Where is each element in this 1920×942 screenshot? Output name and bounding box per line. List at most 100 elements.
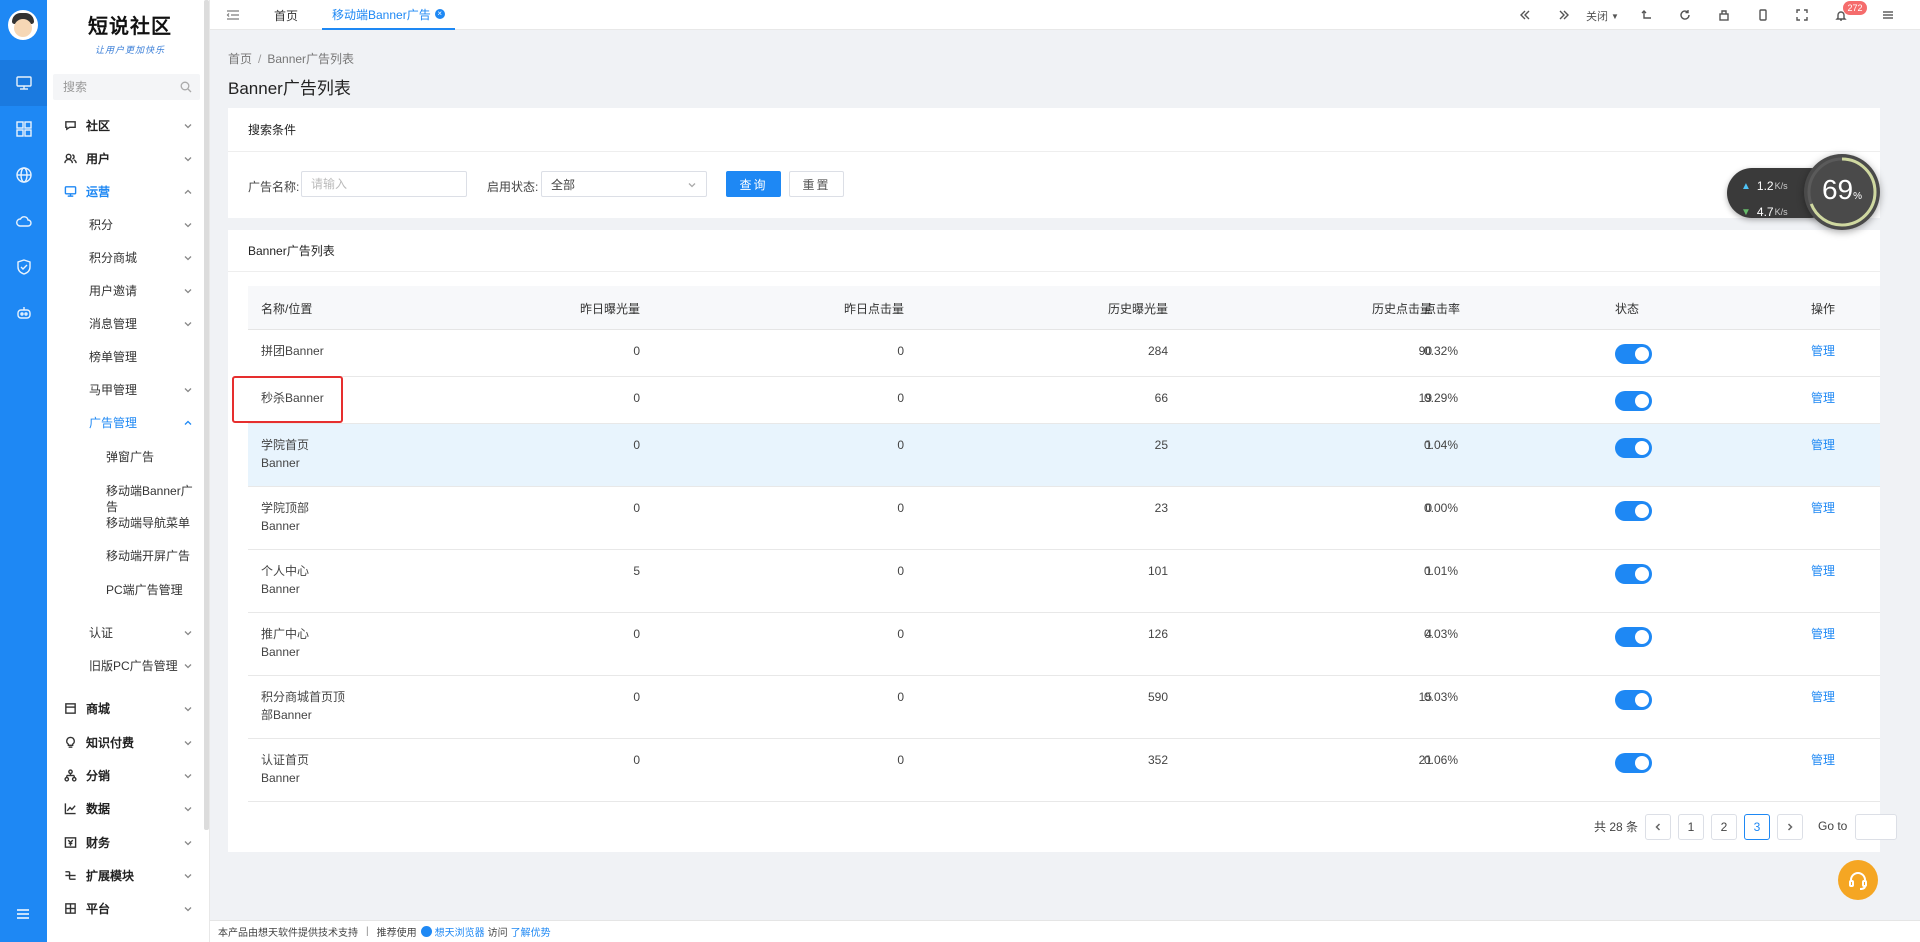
network-speed-widget[interactable]: ▲ 1.2 K/s ▼ 4.7 K/s 69% <box>1727 154 1880 230</box>
close-tabs-dropdown[interactable]: 关闭 ▼ <box>1586 8 1619 24</box>
refresh-icon[interactable] <box>1678 8 1692 22</box>
menu-shop[interactable]: 商城 <box>47 693 205 723</box>
submenu-points-mall[interactable]: 积分商城 <box>47 242 205 272</box>
table-body: 拼团Banner 0 0 284 90 0.32% 管理 秒杀Banner 0 0 66 19 0.29… <box>248 330 1880 802</box>
pagination-page-1[interactable]: 1 <box>1678 814 1704 840</box>
menu-operations[interactable]: 运营 <box>47 176 205 206</box>
undo-icon[interactable] <box>1640 8 1654 22</box>
submenu-ads[interactable]: 广告管理 <box>47 407 205 437</box>
status-toggle[interactable] <box>1615 391 1652 411</box>
col-history-exposure: 历史曝光量 <box>1107 301 1168 316</box>
more-menu-icon[interactable] <box>1881 8 1895 22</box>
manage-link[interactable]: 管理 <box>1811 751 1835 769</box>
toggle-knob <box>1635 347 1649 361</box>
clean-icon[interactable] <box>1717 8 1731 22</box>
status-toggle[interactable] <box>1615 627 1652 647</box>
pagination-next-button[interactable] <box>1777 814 1803 840</box>
tab-home[interactable]: 首页 <box>274 0 298 30</box>
rail-globe-icon[interactable] <box>0 152 47 198</box>
status-toggle[interactable] <box>1615 564 1652 584</box>
tab-close-icon[interactable]: × <box>434 9 445 19</box>
submenu-legacy-pc-ads[interactable]: 旧版PC广告管理 <box>47 650 205 680</box>
pagination-page-2[interactable]: 2 <box>1711 814 1737 840</box>
ad-popup[interactable]: 弹窗广告 <box>47 449 205 465</box>
chevron-down-icon <box>183 903 193 913</box>
menu-data[interactable]: 数据 <box>47 793 205 823</box>
status-toggle[interactable] <box>1615 690 1652 710</box>
footer-separator: | <box>366 926 369 937</box>
next-tab-icon[interactable] <box>1557 8 1571 22</box>
sidebar-search-input[interactable] <box>53 74 173 100</box>
footer-learn-link[interactable]: 了解优势 <box>511 924 551 939</box>
fold-sidebar-icon[interactable] <box>226 9 240 21</box>
leaf-label: 弹窗广告 <box>106 450 155 464</box>
ad-mobile-nav[interactable]: 移动端导航菜单 <box>47 515 205 531</box>
query-button[interactable]: 查询 <box>726 171 781 197</box>
sidebar: 短说社区 让用户更加快乐 社区 用户 运营 积分 积分商城 用户邀请 消息管理 … <box>47 0 210 942</box>
submenu-sockpuppets[interactable]: 马甲管理 <box>47 374 205 404</box>
menu-finance[interactable]: 财务 <box>47 827 205 857</box>
manage-link[interactable]: 管理 <box>1811 389 1835 407</box>
rail-robot-icon[interactable] <box>0 290 47 336</box>
submenu-messages[interactable]: 消息管理 <box>47 308 205 338</box>
pagination-total: 共 28 条 <box>1594 820 1639 834</box>
cell-name: 积分商城首页顶 部Banner <box>261 690 346 722</box>
submenu-points[interactable]: 积分 <box>47 209 205 239</box>
manage-link[interactable]: 管理 <box>1811 562 1835 580</box>
pagination-page-3[interactable]: 3 <box>1744 814 1770 840</box>
rail-monitor-icon[interactable] <box>0 60 47 106</box>
status-toggle[interactable] <box>1615 501 1652 521</box>
breadcrumb-current: Banner广告列表 <box>267 52 355 66</box>
tab-mobile-banner[interactable]: 移动端Banner广告 × <box>322 0 455 30</box>
customer-service-button[interactable] <box>1838 860 1878 900</box>
submenu-verification[interactable]: 认证 <box>47 617 205 647</box>
menu-extensions[interactable]: 扩展模块 <box>47 860 205 890</box>
status-toggle[interactable] <box>1615 344 1652 364</box>
ad-name-input[interactable] <box>301 171 467 197</box>
table-header: 名称/位置 昨日曝光量 昨日点击量 历史曝光量 历史点击量 点击率 状态 操作 <box>248 286 1880 330</box>
menu-platform[interactable]: 平台 <box>47 893 205 923</box>
menu-knowledge[interactable]: 知识付费 <box>47 727 205 757</box>
manage-link[interactable]: 管理 <box>1811 688 1835 706</box>
menu-distribution[interactable]: 分销 <box>47 760 205 790</box>
reset-button[interactable]: 重置 <box>789 171 844 197</box>
menu-users[interactable]: 用户 <box>47 143 205 173</box>
col-actions: 操作 <box>1811 301 1836 316</box>
ad-pc[interactable]: PC端广告管理 <box>47 582 205 598</box>
submenu-rankings[interactable]: 榜单管理 <box>47 341 205 371</box>
rail-cloud-icon[interactable] <box>0 198 47 244</box>
avatar[interactable] <box>8 10 38 40</box>
ad-mobile-banner[interactable]: 移动端Banner广告 <box>47 483 205 515</box>
breadcrumb-home[interactable]: 首页 <box>228 52 252 66</box>
mobile-icon[interactable] <box>1756 8 1770 22</box>
rail-shield-icon[interactable] <box>0 244 47 290</box>
collapse-menu-icon[interactable] <box>14 906 32 922</box>
fullscreen-icon[interactable] <box>1795 8 1809 22</box>
goto-input[interactable] <box>1855 814 1897 840</box>
status-toggle[interactable] <box>1615 438 1652 458</box>
browser-logo-icon <box>420 926 432 937</box>
prev-tab-icon[interactable] <box>1518 8 1532 22</box>
submenu-label: 积分商城 <box>89 250 138 265</box>
menu-community[interactable]: 社区 <box>47 110 205 140</box>
status-toggle[interactable] <box>1615 753 1652 773</box>
upload-unit: K/s <box>1774 181 1788 191</box>
search-icon[interactable] <box>180 81 192 93</box>
pagination-prev-button[interactable] <box>1645 814 1671 840</box>
leaf-label: 移动端导航菜单 <box>106 516 191 530</box>
manage-link[interactable]: 管理 <box>1811 436 1835 454</box>
submenu-invites[interactable]: 用户邀请 <box>47 275 205 305</box>
tab-label: 首页 <box>274 8 299 23</box>
manage-link[interactable]: 管理 <box>1811 625 1835 643</box>
manage-link[interactable]: 管理 <box>1811 342 1835 360</box>
rail-apps-icon[interactable] <box>0 106 47 152</box>
ad-mobile-splash[interactable]: 移动端开屏广告 <box>47 548 205 564</box>
footer-browser-link[interactable]: 想天浏览器 <box>435 924 485 939</box>
toggle-knob <box>1635 504 1649 518</box>
manage-link[interactable]: 管理 <box>1811 499 1835 517</box>
chevron-down-icon <box>183 153 193 163</box>
leaf-label: 移动端Banner广告 <box>106 484 193 514</box>
cell-ctr: 0.03% <box>1424 690 1459 704</box>
menu-label: 数据 <box>86 801 111 816</box>
status-select[interactable]: 全部 <box>541 171 707 197</box>
